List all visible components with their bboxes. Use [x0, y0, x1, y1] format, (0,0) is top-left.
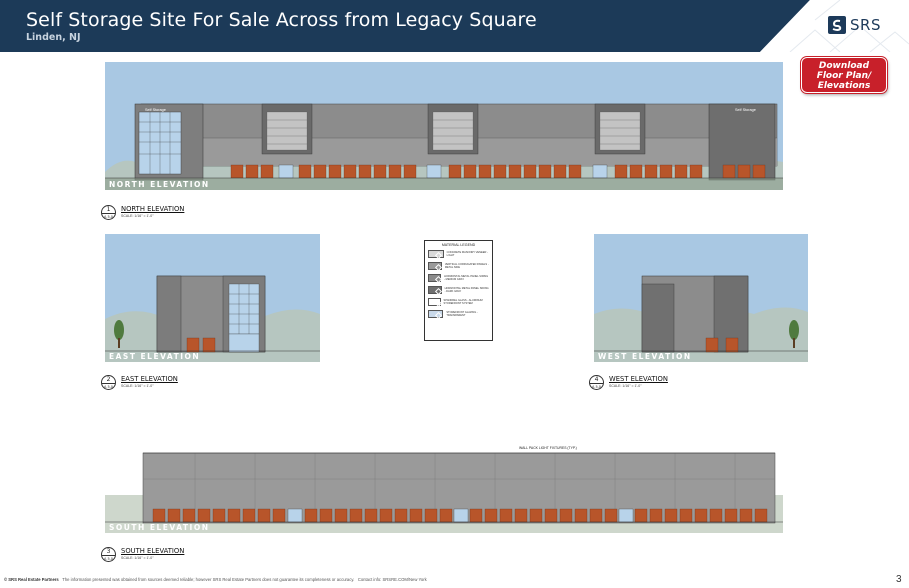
north-elevation-scale: SCALE: 1/16" = 1'-0" [121, 214, 154, 218]
legend-swatch [428, 286, 442, 294]
south-elevation-number: 3A 5.0 [101, 547, 116, 562]
legend-item: HORIZONTAL METAL PANEL SIDING - DARK GRA… [428, 286, 489, 294]
legend-swatch [428, 298, 441, 306]
material-legend: MATERIAL LEGEND CONCRETE MASONRY VENEER … [424, 240, 493, 341]
page-footer: © SRS Real Estate Partners The informati… [4, 577, 884, 582]
east-elevation-number: 2A 5.0 [101, 375, 116, 390]
east-elevation-title: EAST ELEVATION [121, 375, 178, 383]
page-subtitle: Linden, NJ [26, 32, 81, 43]
download-label-line2: Floor Plan/ [816, 71, 872, 81]
west-elevation-scale: SCALE: 1/16" = 1'-0" [609, 384, 642, 388]
footer-brand: © SRS Real Estate Partners [4, 577, 59, 582]
west-elevation-caption: 4A 5.0 WEST ELEVATION SCALE: 1/16" = 1'-… [589, 375, 668, 390]
south-elevation-tag: SOUTH ELEVATION [109, 523, 210, 532]
self-storage-sign-left: Self Storage [145, 108, 166, 112]
north-elevation-tag: NORTH ELEVATION [109, 180, 210, 189]
download-label-line1: Download [818, 61, 870, 71]
south-elevation-title: SOUTH ELEVATION [121, 547, 185, 555]
east-elevation-tag: EAST ELEVATION [109, 352, 201, 361]
legend-item: SPANDREL GLASS - ALUMINUM STOREFRONT SYS… [428, 298, 489, 306]
north-elevation-caption: 1A 5.0 NORTH ELEVATION SCALE: 1/16" = 1'… [101, 205, 184, 220]
self-storage-sign-right: Self Storage [735, 108, 756, 112]
download-floor-plan-button[interactable]: Download Floor Plan/ Elevations [801, 57, 887, 93]
legend-swatch [428, 262, 442, 270]
page-header: Self Storage Site For Sale Across from L… [0, 0, 909, 52]
south-elevation-drawing: WALL PACK LIGHT FIXTURES (TYP.) SOUTH EL… [105, 405, 783, 533]
east-elevation-caption: 2A 5.0 EAST ELEVATION SCALE: 1/16" = 1'-… [101, 375, 178, 390]
page-number: 3 [896, 574, 902, 585]
page-title: Self Storage Site For Sale Across from L… [26, 9, 537, 31]
north-elevation-drawing: Self Storage Self Storage NORTH ELEVATIO… [105, 62, 783, 190]
west-elevation-tag: WEST ELEVATION [598, 352, 692, 361]
west-elevation-drawing: WEST ELEVATION [594, 234, 808, 362]
legend-item: HORIZONTAL METAL PANEL SIDING - MEDIUM G… [428, 274, 489, 282]
legend-item: VERTICAL CORRUGATED PANELS - METAL SIDE [428, 262, 489, 270]
north-elevation-number: 1A 5.0 [101, 205, 116, 220]
footer-contact[interactable]: Contact info: SRSRE.COM/New York [358, 577, 427, 582]
legend-title: MATERIAL LEGEND [441, 243, 476, 247]
east-elevation-scale: SCALE: 1/16" = 1'-0" [121, 384, 154, 388]
legend-swatch [428, 310, 444, 318]
west-elevation-title: WEST ELEVATION [609, 375, 668, 383]
north-elevation-title: NORTH ELEVATION [121, 205, 185, 213]
west-elevation-number: 4A 5.0 [589, 375, 604, 390]
legend-swatch [428, 274, 442, 282]
srs-logo-icon [828, 16, 846, 34]
wall-pack-note: WALL PACK LIGHT FIXTURES (TYP.) [519, 446, 577, 450]
footer-disclaimer: The information presented was obtained f… [62, 577, 355, 582]
east-elevation-drawing: EAST ELEVATION [105, 234, 320, 362]
legend-item: STOREFRONT GLAZING - TRANSPARENT [428, 310, 489, 318]
legend-swatch [428, 250, 444, 258]
download-label-line3: Elevations [817, 81, 871, 91]
south-elevation-caption: 3A 5.0 SOUTH ELEVATION SCALE: 1/16" = 1'… [101, 547, 184, 562]
logo-text: SRS [850, 16, 881, 34]
legend-item: CONCRETE MASONRY VENEER - LIGHT [428, 250, 489, 258]
south-elevation-scale: SCALE: 1/16" = 1'-0" [121, 556, 154, 560]
srs-logo: SRS [828, 16, 881, 34]
